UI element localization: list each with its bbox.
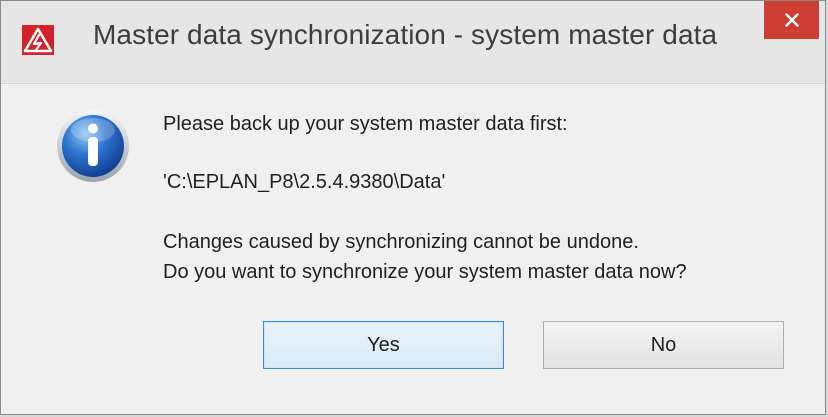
no-button[interactable]: No (543, 321, 784, 369)
yes-button[interactable]: Yes (263, 321, 504, 369)
title-bar[interactable]: Master data synchronization - system mas… (1, 1, 825, 84)
info-icon (55, 108, 131, 184)
message-question: Do you want to synchronize your system m… (163, 261, 687, 283)
message-warning: Changes caused by synchronizing cannot b… (163, 231, 639, 253)
dialog-content: Please back up your system master data f… (1, 84, 825, 414)
dialog-window: Master data synchronization - system mas… (0, 0, 826, 415)
eplan-warning-triangle-icon (22, 25, 54, 55)
close-icon (784, 13, 799, 27)
message-instruction: Please back up your system master data f… (163, 113, 568, 135)
close-button[interactable] (764, 1, 819, 39)
message-path: 'C:\EPLAN_P8\2.5.4.9380\Data' (163, 171, 446, 193)
window-title: Master data synchronization - system mas… (93, 19, 718, 50)
